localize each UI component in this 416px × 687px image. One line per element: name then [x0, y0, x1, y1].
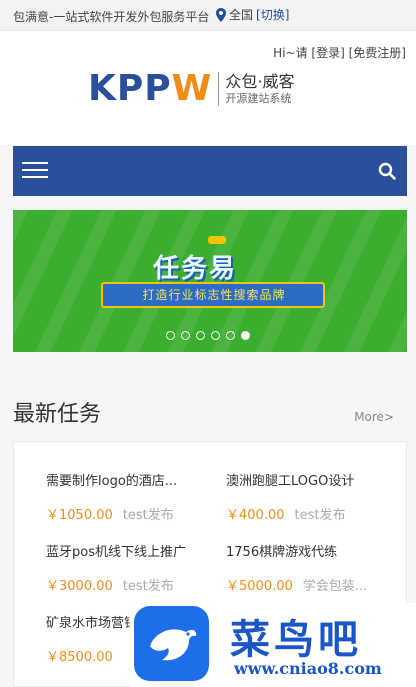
logo-line-2: 开源建站系统: [225, 92, 292, 105]
main-navbar: [13, 146, 407, 196]
location-selector: 全国 [切换]: [216, 6, 289, 23]
user-links: Hi~请 [登录] [免费注册]: [273, 44, 406, 61]
task-price: ￥3000.00: [46, 579, 113, 594]
task-price: ￥5000.00: [226, 579, 293, 594]
banner-badge: [208, 236, 226, 244]
register-link[interactable]: [免费注册]: [349, 46, 406, 60]
site-slogan: 包满意-一站式软件开发外包服务平台: [13, 10, 210, 24]
carousel-dot[interactable]: [166, 331, 175, 340]
carousel-dots: [166, 331, 250, 340]
task-item[interactable]: 澳洲跑腿工LOGO设计 ￥400.00 test发布: [226, 470, 386, 523]
carousel-dot-active[interactable]: [241, 331, 250, 340]
site-header: Hi~请 [登录] [免费注册] KPPW 众包·威客 开源建站系统: [0, 31, 416, 145]
task-price: ￥8500.00: [46, 650, 113, 665]
task-name: 1756棋牌游戏代练: [226, 545, 338, 560]
site-logo[interactable]: KPPW 众包·威客 开源建站系统: [88, 69, 294, 109]
top-bar: 包满意-一站式软件开发外包服务平台 全国 [切换]: [0, 0, 416, 31]
current-location: 全国: [229, 8, 254, 22]
hamburger-icon[interactable]: [22, 162, 48, 180]
search-icon[interactable]: [378, 162, 396, 180]
logo-divider: [218, 72, 220, 106]
logo-line-1: 众包·威客: [225, 72, 295, 91]
task-item[interactable]: 蓝牙pos机线下线上推广 ￥3000.00 test发布: [46, 541, 206, 594]
task-publisher: test发布: [294, 508, 346, 523]
task-item[interactable]: 需要制作logo的酒店... ￥1050.00 test发布: [46, 470, 206, 523]
watermark-url: www.cniao8.com: [234, 659, 382, 678]
watermark-overlay: 菜鸟吧 www.cniao8.com: [130, 603, 416, 687]
task-publisher: 学会包装...: [302, 579, 368, 594]
login-link[interactable]: [登录]: [311, 46, 344, 60]
carousel-dot[interactable]: [181, 331, 190, 340]
task-price: ￥400.00: [226, 508, 285, 523]
location-pin-icon: [216, 7, 226, 22]
banner-carousel[interactable]: 任务易 打造行业标志性搜索品牌: [13, 210, 407, 352]
more-link[interactable]: More>: [354, 410, 394, 424]
banner-subtitle: 打造行业标志性搜索品牌: [142, 288, 286, 302]
watermark-text: 菜鸟吧: [230, 616, 362, 663]
section-title: 最新任务: [13, 402, 102, 427]
logo-mark-orange: W: [171, 68, 213, 109]
task-publisher: test发布: [122, 508, 174, 523]
task-price: ￥1050.00: [46, 508, 113, 523]
logo-mark-blue: KPP: [88, 68, 172, 109]
task-name: 澳洲跑腿工LOGO设计: [226, 474, 355, 489]
bird-icon: [150, 629, 197, 661]
switch-location-link[interactable]: [切换]: [256, 6, 289, 23]
carousel-dot[interactable]: [211, 331, 220, 340]
task-name: 需要制作logo的酒店...: [46, 474, 178, 489]
carousel-dot[interactable]: [196, 331, 205, 340]
banner-title: 任务易: [153, 254, 238, 284]
logo-mark: KPPW: [88, 69, 212, 109]
greeting-text: Hi~请: [273, 46, 308, 60]
task-name: 蓝牙pos机线下线上推广: [46, 545, 186, 560]
logo-text: 众包·威客 开源建站系统: [225, 72, 294, 106]
bird-logo-icon: [134, 606, 209, 681]
task-publisher: test发布: [122, 579, 174, 594]
carousel-dot[interactable]: [226, 331, 235, 340]
task-item[interactable]: 1756棋牌游戏代练 ￥5000.00 学会包装...: [226, 541, 386, 594]
